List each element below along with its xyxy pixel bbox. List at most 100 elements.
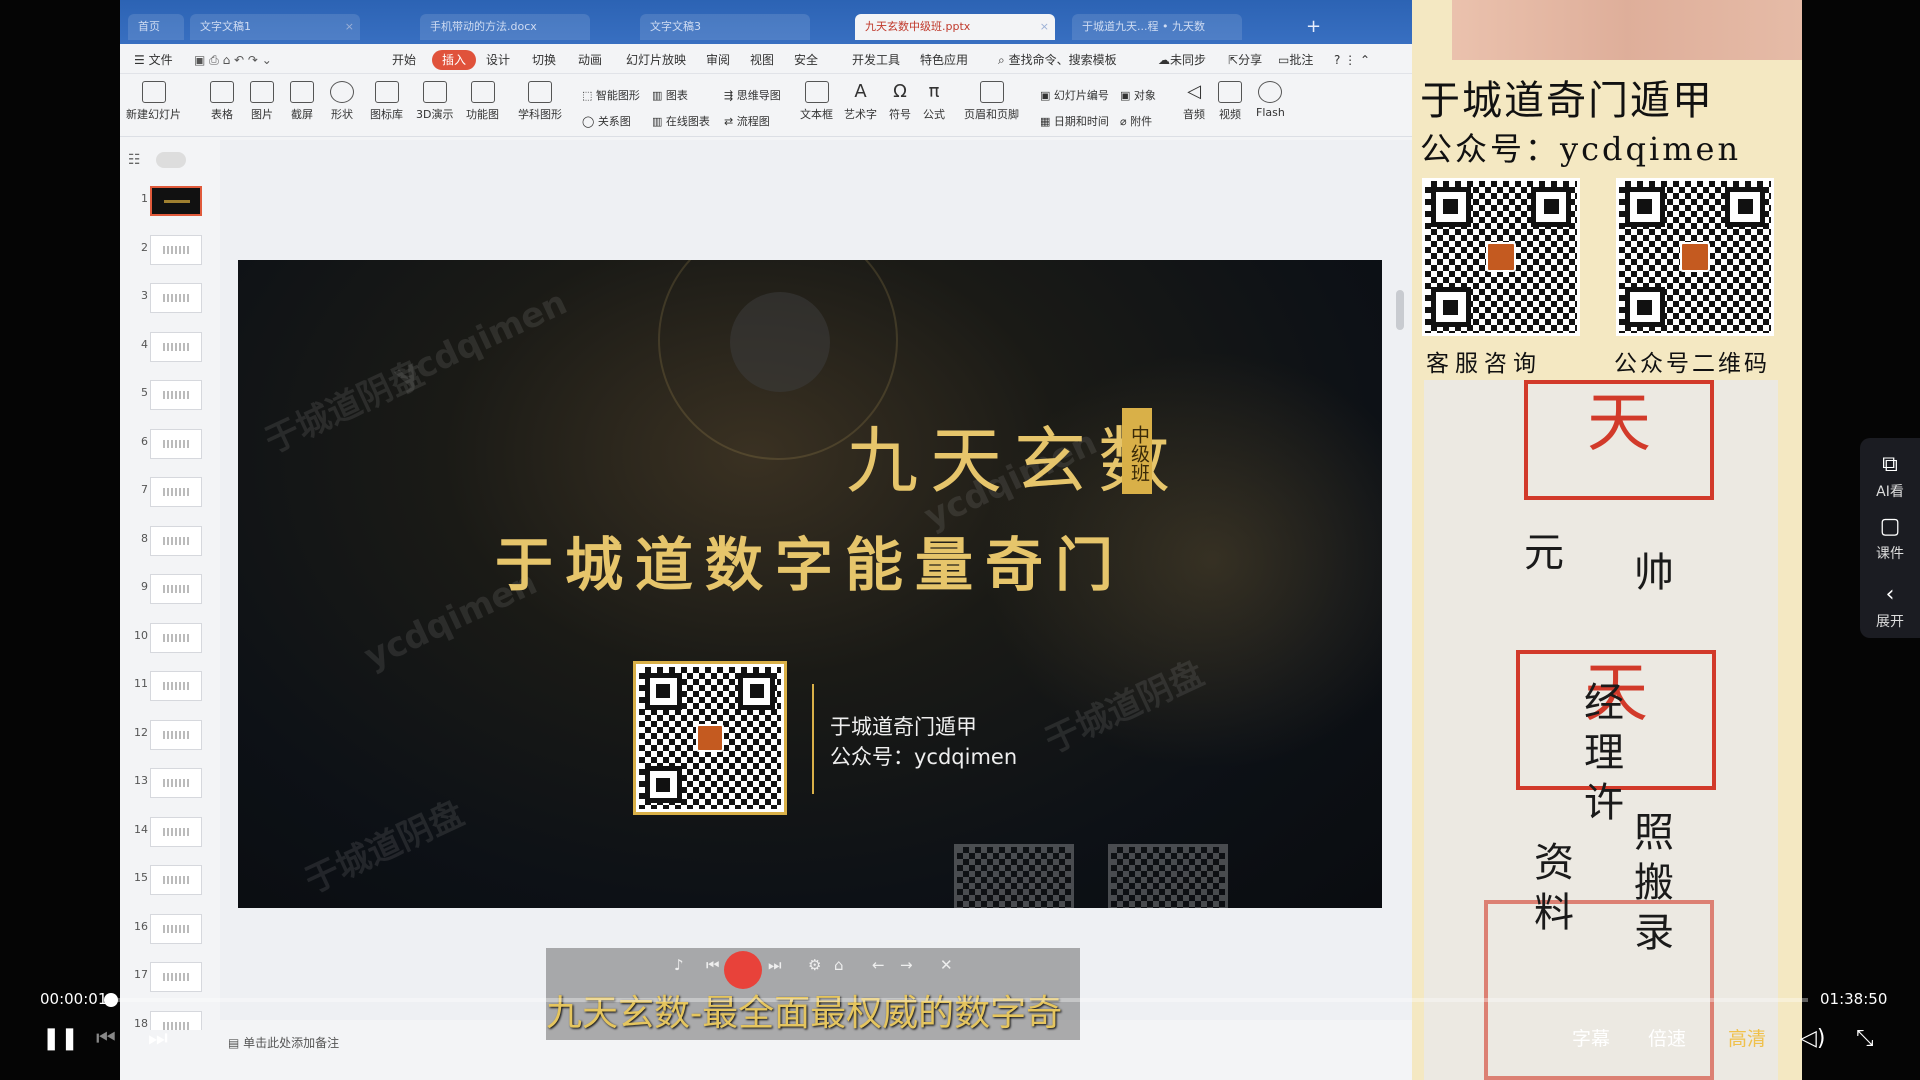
undo-icon[interactable]: ← — [872, 956, 885, 974]
menu-start[interactable]: 开始 — [388, 50, 420, 70]
smart-shape-button[interactable]: ⬚ 智能图形 — [582, 87, 640, 103]
slide-thumbnail[interactable]: 6 — [120, 423, 220, 463]
subject-chart-button[interactable]: 学科图形 — [518, 81, 562, 122]
slide-thumbnail[interactable]: 17 — [120, 956, 220, 996]
menu-transition[interactable]: 切换 — [528, 50, 560, 70]
flash-button[interactable]: Flash — [1256, 81, 1285, 119]
slide-thumbnail[interactable]: 8 — [120, 520, 220, 560]
pause-icon[interactable]: ❚❚ — [42, 1026, 79, 1051]
mindmap-button[interactable]: ⇶ 思维导图 — [724, 87, 781, 103]
tab-pptx[interactable]: 九天玄数中级班.pptx × — [855, 14, 1055, 40]
next-icon[interactable]: ⏭ — [768, 956, 782, 974]
menu-devtools[interactable]: 开发工具 — [848, 50, 904, 70]
slide-thumbnail[interactable]: 13 — [120, 762, 220, 802]
share-icon: ⇱ — [1228, 53, 1239, 67]
slide-thumbnail[interactable]: 14 — [120, 811, 220, 851]
slide-thumbnail[interactable]: 12 — [120, 714, 220, 754]
command-search[interactable]: ⌕ 查找命令、搜索模板 — [994, 50, 1121, 70]
slide-thumbnail[interactable]: 3 — [120, 277, 220, 317]
redo-icon[interactable]: → — [900, 956, 913, 974]
textbox-button[interactable]: 文本框 — [800, 81, 833, 122]
demo3d-button[interactable]: 3D演示 — [416, 81, 453, 122]
new-tab-icon[interactable]: + — [1306, 16, 1321, 37]
new-slide-button[interactable]: 新建幻灯片 — [126, 81, 181, 122]
slide-thumbnail[interactable]: 16 — [120, 908, 220, 948]
progress-bar[interactable] — [110, 998, 1808, 1002]
menu-insert[interactable]: 插入 — [432, 50, 477, 70]
formula-button[interactable]: π 公式 — [922, 81, 946, 122]
slide-thumbnail[interactable]: 10 — [120, 617, 220, 657]
gear-icon[interactable]: ⚙ — [808, 956, 821, 974]
courseware-button[interactable]: ▢ 课件 — [1860, 514, 1920, 563]
tab-doc5[interactable]: 于城道九天...程 • 九天数 — [1072, 14, 1242, 40]
quick-access-icons[interactable]: ▣ ⎙ ⌂ ↶ ↷ ⌄ — [190, 50, 276, 70]
speed-button[interactable]: 倍速 — [1648, 1024, 1686, 1051]
menu-features[interactable]: 特色应用 — [916, 50, 972, 70]
menu-animation[interactable]: 动画 — [574, 50, 606, 70]
menu-view[interactable]: 视图 — [746, 50, 778, 70]
audio-button[interactable]: ◁ 音频 — [1182, 81, 1206, 122]
quality-button[interactable]: 高清 — [1728, 1024, 1766, 1051]
outline-icon[interactable]: ☷ — [128, 152, 141, 168]
ai-watch-button[interactable]: ⧉ AI看 — [1860, 452, 1920, 501]
tab-doc1[interactable]: 文字文稿1 × — [190, 14, 360, 40]
file-menu[interactable]: ☰ 文件 — [130, 50, 177, 70]
expand-button[interactable]: ‹ 展开 — [1860, 582, 1920, 631]
close-icon[interactable]: × — [1040, 14, 1049, 40]
music-icon[interactable]: ♪ — [674, 956, 684, 974]
slide-thumbnail[interactable]: 2 — [120, 229, 220, 269]
menu-slideshow[interactable]: 幻灯片放映 — [622, 50, 690, 70]
relation-button[interactable]: ◯ 关系图 — [582, 113, 631, 129]
header-footer-button[interactable]: 页眉和页脚 — [964, 81, 1019, 122]
attachment-button[interactable]: ⌀ 附件 — [1120, 113, 1152, 129]
subtitle-button[interactable]: 字幕 — [1572, 1024, 1610, 1051]
menu-design[interactable]: 设计 — [482, 50, 514, 70]
help-icon[interactable]: ? ⋮ ⌃ — [1330, 50, 1374, 70]
video-button[interactable]: 视频 — [1218, 81, 1242, 122]
menu-security[interactable]: 安全 — [790, 50, 822, 70]
prev-icon[interactable]: ⏮ — [706, 956, 720, 974]
close-icon[interactable]: × — [345, 14, 354, 40]
notes-placeholder[interactable]: ▤ 单击此处添加备注 — [228, 1034, 339, 1051]
symbol-label: 符号 — [889, 108, 911, 121]
video-label: 视频 — [1219, 108, 1241, 121]
slide-thumbnail[interactable]: 4 — [120, 326, 220, 366]
chart-button[interactable]: ▥ 图表 — [652, 87, 688, 103]
symbol-button[interactable]: Ω 符号 — [888, 81, 912, 122]
scrollbar[interactable] — [1396, 290, 1404, 330]
slide-thumbnail[interactable]: 7 — [120, 471, 220, 511]
slide-number-button[interactable]: ▣ 幻灯片编号 — [1040, 87, 1109, 103]
datetime-button[interactable]: ▦ 日期和时间 — [1040, 113, 1109, 129]
tab-doc2[interactable]: 手机带动的方法.docx — [420, 14, 590, 40]
sync-status[interactable]: ☁未同步 — [1154, 50, 1210, 70]
menu-review[interactable]: 审阅 — [702, 50, 734, 70]
wordart-button[interactable]: A 艺术字 — [844, 81, 877, 122]
lock-icon[interactable]: ⌂ — [834, 956, 844, 974]
tab-doc3[interactable]: 文字文稿3 — [640, 14, 810, 40]
screenshot-button[interactable]: 截屏 — [290, 81, 314, 122]
function-chart-button[interactable]: 功能图 — [466, 81, 499, 122]
thumbnail-view-icon[interactable] — [156, 152, 186, 168]
object-button[interactable]: ▣ 对象 — [1120, 87, 1156, 103]
next-icon[interactable]: ⏭ — [148, 1026, 168, 1051]
exit-fullscreen-icon[interactable]: ⤡ — [1856, 1026, 1874, 1051]
icon-library-button[interactable]: 图标库 — [370, 81, 403, 122]
share-button[interactable]: ⇱分享 — [1224, 50, 1266, 70]
slide-thumbnail[interactable]: 9 — [120, 568, 220, 608]
flowchart-button[interactable]: ⇄ 流程图 — [724, 113, 770, 129]
online-chart-label: 在线图表 — [665, 115, 710, 128]
close-icon[interactable]: ✕ — [940, 956, 953, 974]
progress-knob[interactable] — [104, 993, 118, 1007]
tab-home[interactable]: 首页 — [128, 14, 184, 40]
slide-thumbnail[interactable]: 11 — [120, 665, 220, 705]
previous-icon[interactable]: ⏮ — [96, 1026, 116, 1051]
slide-thumbnail[interactable]: 1 — [120, 180, 220, 220]
table-button[interactable]: 表格 — [210, 81, 234, 122]
slide-thumbnail[interactable]: 15 — [120, 859, 220, 899]
online-chart-button[interactable]: ▥ 在线图表 — [652, 113, 710, 129]
shape-button[interactable]: 形状 — [330, 81, 354, 122]
slide-thumbnail[interactable]: 5 — [120, 374, 220, 414]
volume-icon[interactable]: ◁) — [1800, 1026, 1826, 1051]
picture-button[interactable]: 图片 — [250, 81, 274, 122]
comment-button[interactable]: ▭批注 — [1274, 50, 1317, 70]
